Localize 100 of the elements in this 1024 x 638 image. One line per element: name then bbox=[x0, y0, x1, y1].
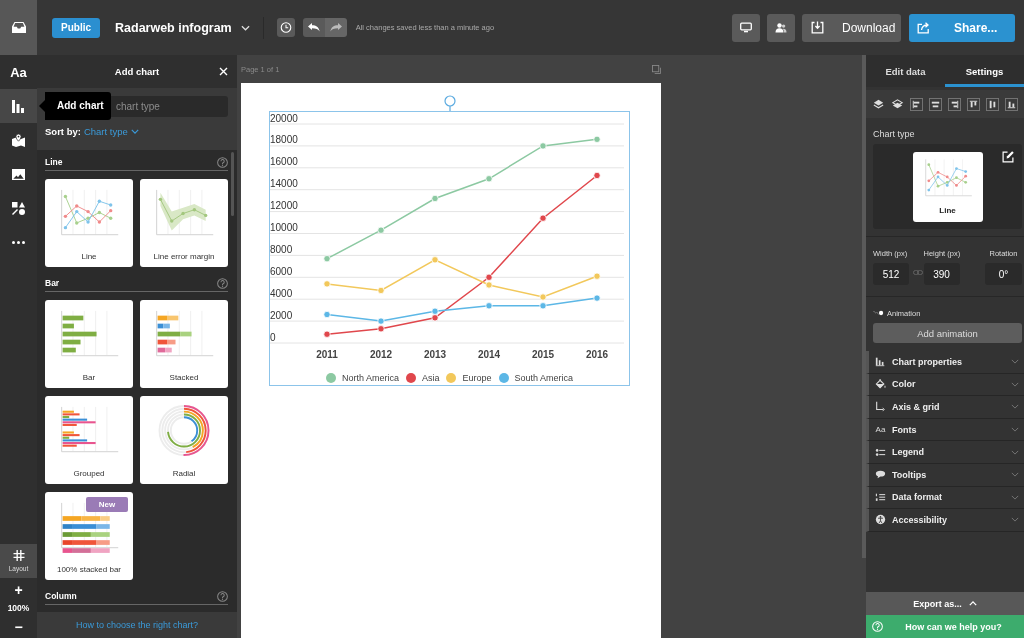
grid-icon bbox=[12, 550, 25, 561]
send-backward-icon[interactable] bbox=[891, 97, 904, 111]
input-field[interactable]: 512 bbox=[873, 263, 909, 285]
data-point[interactable] bbox=[593, 135, 601, 143]
history-button[interactable] bbox=[276, 18, 295, 37]
sort-dropdown[interactable]: Chart type bbox=[83, 126, 139, 137]
users-icon bbox=[775, 22, 787, 33]
align-center-icon[interactable] bbox=[929, 97, 942, 111]
undo-button[interactable] bbox=[302, 18, 325, 37]
accordion-header[interactable]: Color bbox=[866, 373, 1024, 397]
align-middle-icon[interactable] bbox=[986, 97, 999, 111]
collaborators-button[interactable] bbox=[767, 13, 795, 42]
data-point[interactable] bbox=[485, 302, 493, 310]
help-icon[interactable] bbox=[217, 156, 228, 168]
share-icon bbox=[917, 21, 930, 34]
monitor-icon bbox=[740, 22, 752, 33]
chart-type-card[interactable]: Radial bbox=[140, 396, 228, 484]
export-button[interactable]: Export as... bbox=[866, 592, 1024, 615]
chart-type-card[interactable]: Line error margin bbox=[140, 179, 228, 267]
input-field[interactable]: 0° bbox=[985, 263, 1022, 285]
y-axis-label: 10000 bbox=[270, 222, 298, 233]
add-animation-button[interactable]: Add animation bbox=[873, 323, 1022, 343]
data-point[interactable] bbox=[593, 171, 601, 180]
zoom-in-button[interactable]: + bbox=[0, 578, 37, 601]
home-button[interactable] bbox=[0, 0, 37, 55]
data-point[interactable] bbox=[539, 142, 547, 150]
data-point[interactable] bbox=[485, 273, 493, 281]
copy-icon[interactable] bbox=[652, 64, 661, 74]
y-axis-label: 0 bbox=[270, 331, 276, 343]
caret-icon bbox=[240, 24, 250, 31]
y-axis-label: 18000 bbox=[270, 134, 298, 146]
edit-icon[interactable] bbox=[1002, 151, 1014, 163]
x-axis-label: 2011 bbox=[316, 349, 338, 360]
x-axis-label: 2015 bbox=[531, 349, 555, 360]
panel-tab[interactable]: Settings bbox=[945, 55, 1024, 87]
align-bottom-icon[interactable] bbox=[1005, 97, 1018, 111]
font-icon: Aa bbox=[875, 425, 886, 435]
accordion-header[interactable]: Tooltips bbox=[866, 463, 1024, 487]
data-point[interactable] bbox=[377, 317, 385, 325]
scrollbar[interactable] bbox=[231, 152, 234, 216]
data-point[interactable] bbox=[377, 226, 385, 234]
data-point[interactable] bbox=[323, 255, 331, 263]
chart-type-card[interactable]: Stacked bbox=[140, 300, 228, 388]
panel-title: Add chart bbox=[114, 66, 160, 77]
data-point[interactable] bbox=[431, 194, 439, 203]
data-point[interactable] bbox=[377, 325, 385, 333]
axis-icon bbox=[875, 401, 886, 413]
accordion-header[interactable]: Legend bbox=[866, 441, 1024, 464]
align-right-icon[interactable] bbox=[948, 97, 961, 111]
section-title: Bar bbox=[45, 278, 60, 288]
x-axis-label: 2016 bbox=[585, 349, 609, 360]
chart-type-card[interactable]: Grouped bbox=[45, 396, 133, 484]
align-left-icon[interactable] bbox=[910, 97, 923, 111]
bar-chart-icon bbox=[875, 356, 886, 368]
accordion-header[interactable]: Data format bbox=[866, 486, 1024, 510]
redo-button[interactable] bbox=[324, 18, 347, 37]
data-point[interactable] bbox=[431, 307, 439, 315]
chart-type-card[interactable]: Bar bbox=[45, 300, 133, 388]
project-title-dropdown[interactable]: Radarweb infogram bbox=[115, 20, 250, 35]
caret-icon bbox=[130, 129, 139, 134]
close-button[interactable] bbox=[219, 67, 228, 76]
zoom-out-button[interactable]: − bbox=[0, 615, 37, 638]
help-icon[interactable] bbox=[217, 277, 228, 289]
y-axis-label: 6000 bbox=[270, 265, 293, 277]
data-point[interactable] bbox=[539, 302, 547, 310]
accordion-header[interactable]: Accessibility bbox=[866, 509, 1024, 532]
data-point[interactable] bbox=[593, 294, 601, 302]
help-icon bbox=[872, 621, 883, 632]
present-button[interactable] bbox=[732, 13, 760, 42]
accordion-header[interactable]: Aa Fonts bbox=[866, 418, 1024, 442]
download-icon bbox=[811, 21, 824, 34]
align-top-icon[interactable] bbox=[967, 97, 980, 111]
data-point[interactable] bbox=[431, 314, 439, 322]
accordion-header[interactable]: Chart properties bbox=[866, 351, 1024, 374]
bring-forward-icon[interactable] bbox=[872, 97, 885, 111]
numbered-list-icon bbox=[875, 491, 886, 503]
rotate-handle[interactable] bbox=[444, 95, 456, 111]
data-point[interactable] bbox=[539, 214, 547, 222]
text-tool-button[interactable]: Aa bbox=[0, 55, 37, 89]
new-badge: New bbox=[86, 497, 128, 512]
help-link[interactable]: How to choose the right chart? bbox=[37, 612, 237, 638]
data-point[interactable] bbox=[323, 330, 331, 338]
data-point[interactable] bbox=[485, 175, 493, 183]
x-axis-label: 2013 bbox=[423, 349, 447, 360]
speech-bubble-icon bbox=[875, 469, 886, 481]
accordion-header[interactable]: Axis & grid bbox=[866, 396, 1024, 419]
input-field[interactable]: 390 bbox=[923, 263, 960, 285]
panel-tab[interactable]: Edit data bbox=[866, 55, 945, 87]
download-button[interactable]: Download bbox=[802, 13, 901, 42]
chart-tool-button[interactable] bbox=[0, 89, 37, 123]
link-icon[interactable] bbox=[913, 270, 923, 275]
tooltip: Add chart bbox=[39, 92, 111, 120]
chart-type-card[interactable]: Line bbox=[45, 179, 133, 267]
visibility-button[interactable]: Public bbox=[52, 17, 100, 38]
zoom-level: 100% bbox=[6, 602, 31, 615]
help-icon[interactable] bbox=[217, 590, 228, 602]
chart-type-preview[interactable]: Line bbox=[912, 151, 983, 222]
data-point[interactable] bbox=[323, 310, 331, 319]
search-input[interactable]: chart type bbox=[116, 98, 222, 115]
shapes-icon bbox=[12, 201, 25, 215]
